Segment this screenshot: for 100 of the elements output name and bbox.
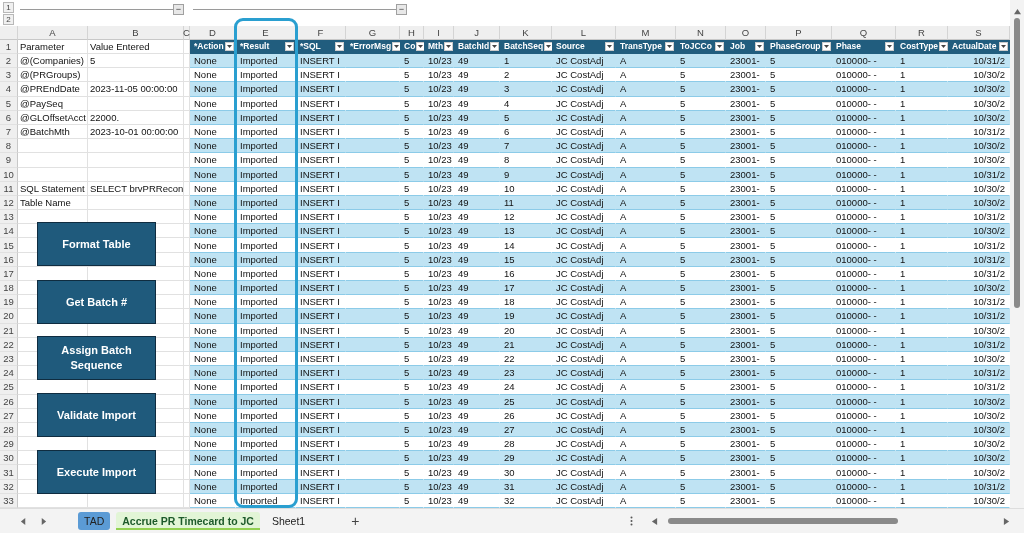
macro-button[interactable]: Get Batch #	[37, 280, 156, 324]
header-label: Co	[404, 41, 416, 52]
table-cell: JC CostAdj	[552, 281, 616, 296]
column-header[interactable]: B	[88, 25, 184, 40]
row-header[interactable]: 31	[0, 465, 18, 480]
row-header[interactable]: 4	[0, 82, 18, 97]
row-header[interactable]: 18	[0, 281, 18, 296]
filter-dropdown-icon[interactable]	[490, 41, 500, 51]
table-cell: None	[190, 366, 236, 381]
table-cell: Imported	[236, 54, 296, 69]
row-header[interactable]: 20	[0, 309, 18, 324]
column-header[interactable]: R	[896, 25, 948, 40]
table-cell: 5	[400, 82, 424, 97]
next-sheet-icon[interactable]	[39, 517, 47, 525]
table-cell: 23	[500, 366, 552, 381]
filter-dropdown-icon[interactable]	[715, 41, 724, 51]
row-header[interactable]: 9	[0, 153, 18, 168]
filter-dropdown-icon[interactable]	[605, 41, 614, 51]
more-options-icon[interactable]	[630, 516, 633, 526]
scroll-right-icon[interactable]	[1003, 517, 1010, 525]
macro-button[interactable]: Execute Import	[37, 450, 156, 494]
column-header[interactable]: L	[552, 25, 616, 40]
filter-dropdown-icon[interactable]	[755, 41, 764, 51]
filter-dropdown-icon[interactable]	[885, 41, 894, 51]
filter-dropdown-icon[interactable]	[285, 41, 294, 51]
table-cell: 49	[454, 224, 500, 239]
table-cell: 10/23	[424, 309, 454, 324]
table-cell: Imported	[236, 380, 296, 395]
filter-dropdown-icon[interactable]	[225, 41, 234, 51]
add-sheet-button[interactable]: +	[347, 513, 364, 529]
scroll-left-icon[interactable]	[651, 517, 658, 525]
filter-dropdown-icon[interactable]	[939, 41, 949, 51]
sheet-tab[interactable]: Sheet1	[265, 512, 312, 530]
column-header[interactable]: M	[616, 25, 676, 40]
table-cell: JC CostAdj	[552, 380, 616, 395]
filter-dropdown-icon[interactable]	[444, 41, 454, 51]
column-header[interactable]: D	[190, 25, 236, 40]
row-header[interactable]: 15	[0, 238, 18, 253]
row-header[interactable]: 29	[0, 437, 18, 452]
column-header[interactable]: J	[454, 25, 500, 40]
table-cell: 010000- -	[832, 309, 896, 324]
filter-dropdown-icon[interactable]	[335, 41, 344, 51]
filter-dropdown-icon[interactable]	[999, 41, 1008, 51]
table-cell: 5	[400, 139, 424, 154]
column-header[interactable]: F	[296, 25, 346, 40]
row-header[interactable]: 25	[0, 380, 18, 395]
table-cell: 10/30/2	[948, 281, 1010, 296]
sheet-tab[interactable]: TAD	[78, 512, 111, 530]
table-cell: None	[190, 224, 236, 239]
column-header[interactable]: E	[236, 25, 296, 40]
table-cell: INSERT I	[296, 139, 346, 154]
header-label: ActualDate	[952, 41, 997, 52]
column-header[interactable]: A	[18, 25, 88, 40]
column-header[interactable]: G	[346, 25, 400, 40]
table-cell: Imported	[236, 451, 296, 466]
row-header[interactable]: 19	[0, 295, 18, 310]
table-cell: 5	[676, 309, 726, 324]
table-cell: 1	[896, 224, 948, 239]
previous-sheet-icon[interactable]	[19, 517, 27, 525]
table-cell	[18, 139, 88, 154]
table-cell: 49	[454, 451, 500, 466]
column-header[interactable]: I	[424, 25, 454, 40]
collapse-group-button[interactable]: −	[396, 3, 407, 15]
row-header[interactable]: 30	[0, 451, 18, 466]
row-header[interactable]: 3	[0, 68, 18, 83]
sheet-tab[interactable]: Accrue PR Timecard to JC	[116, 512, 260, 530]
row-header[interactable]: 2	[0, 54, 18, 69]
table-cell: A	[616, 366, 676, 381]
table-cell: A	[616, 281, 676, 296]
table-cell: A	[616, 309, 676, 324]
macro-button[interactable]: Assign Batch Sequence	[37, 336, 156, 380]
outline-level-button[interactable]: 1	[3, 2, 14, 13]
table-cell: A	[616, 224, 676, 239]
row-header[interactable]: 14	[0, 224, 18, 239]
filter-dropdown-icon[interactable]	[821, 41, 831, 51]
table-cell: 5	[766, 366, 832, 381]
scroll-up-icon[interactable]	[1013, 8, 1021, 15]
column-header[interactable]: N	[676, 25, 726, 40]
column-header[interactable]: O	[726, 25, 766, 40]
column-header[interactable]: P	[766, 25, 832, 40]
filter-dropdown-icon[interactable]	[665, 41, 674, 51]
table-cell: 10/30/2	[948, 68, 1010, 83]
column-header[interactable]: K	[500, 25, 552, 40]
row-header[interactable]: 24	[0, 366, 18, 381]
scrollbar-thumb[interactable]	[1014, 18, 1020, 308]
column-header[interactable]: S	[948, 25, 1010, 40]
table-cell: 010000- -	[832, 139, 896, 154]
outline-level-button[interactable]: 2	[3, 14, 14, 25]
column-header[interactable]: H	[400, 25, 424, 40]
table-cell: 1	[896, 139, 948, 154]
collapse-group-button[interactable]: −	[173, 3, 184, 15]
table-cell: JC CostAdj	[552, 54, 616, 69]
macro-button[interactable]: Validate Import	[37, 393, 156, 437]
scrollbar-thumb[interactable]	[668, 518, 898, 524]
row-header[interactable]: 13	[0, 210, 18, 225]
macro-button[interactable]: Format Table	[37, 222, 156, 266]
table-cell: 10/31/2	[948, 380, 1010, 395]
row-header[interactable]: 8	[0, 139, 18, 154]
table-cell: 1	[896, 366, 948, 381]
column-header[interactable]: Q	[832, 25, 896, 40]
